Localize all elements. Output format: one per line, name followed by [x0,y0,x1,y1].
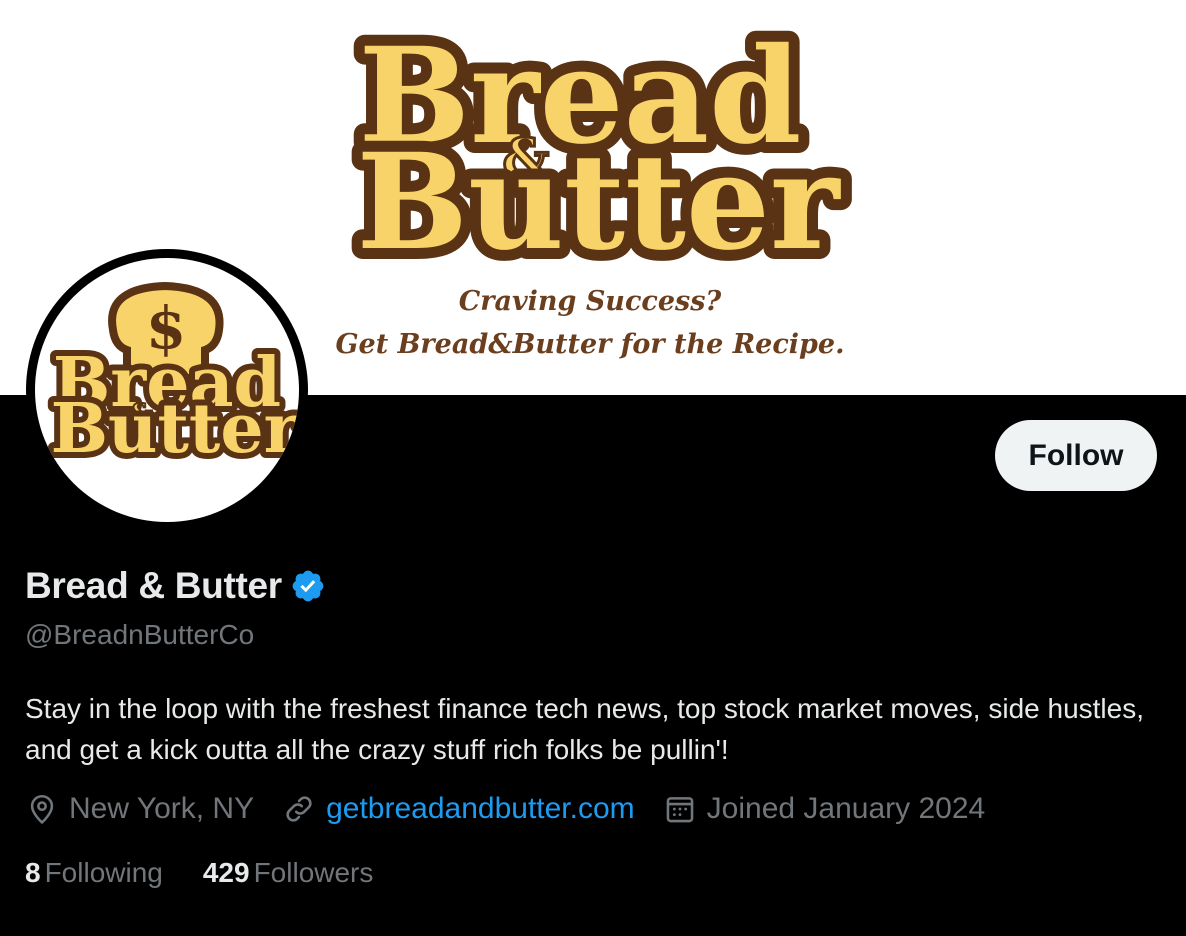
joined-date: Joined January 2024 [706,792,986,825]
following-count: 8 [25,857,41,888]
website-link[interactable]: getbreadandbutter.com [326,792,635,826]
verified-badge-icon[interactable] [290,568,326,604]
followers-label: Followers [253,857,374,888]
following-link[interactable]: 8 Following [25,857,163,889]
display-name: Bread & Butter [25,565,282,606]
profile-bio: Stay in the loop with the freshest finan… [25,693,1145,765]
follow-stats: 8 Following 429 Followers [25,857,413,889]
avatar[interactable]: $ Bread Bread & Butter Butter [26,249,308,531]
website-item: getbreadandbutter.com [282,792,635,826]
profile-meta: New York, NY getbreadandbutter.com Joine… [25,792,1013,826]
user-handle: @BreadnButterCo [25,619,255,650]
location-item: New York, NY [25,792,254,826]
follow-button[interactable]: Follow [995,420,1157,491]
followers-count: 429 [202,857,250,888]
banner-word-butter: Butter [356,125,840,280]
following-label: Following [44,857,163,888]
joined-item: Joined January 2024 [663,792,986,826]
banner-tagline-2: Get Bread&Butter for the Recipe. [336,329,845,360]
banner-tagline-1: Craving Success? [459,286,723,317]
followers-link[interactable]: 429 Followers [203,857,374,889]
avatar-word-butter: Butter [51,389,299,469]
calendar-icon [666,797,693,823]
avatar-logo: $ Bread Bread & Butter Butter [45,281,299,475]
link-icon [286,796,312,822]
location-text: New York, NY [69,792,255,825]
name-row: Bread & Butter [25,565,326,607]
location-pin-icon [30,794,54,825]
